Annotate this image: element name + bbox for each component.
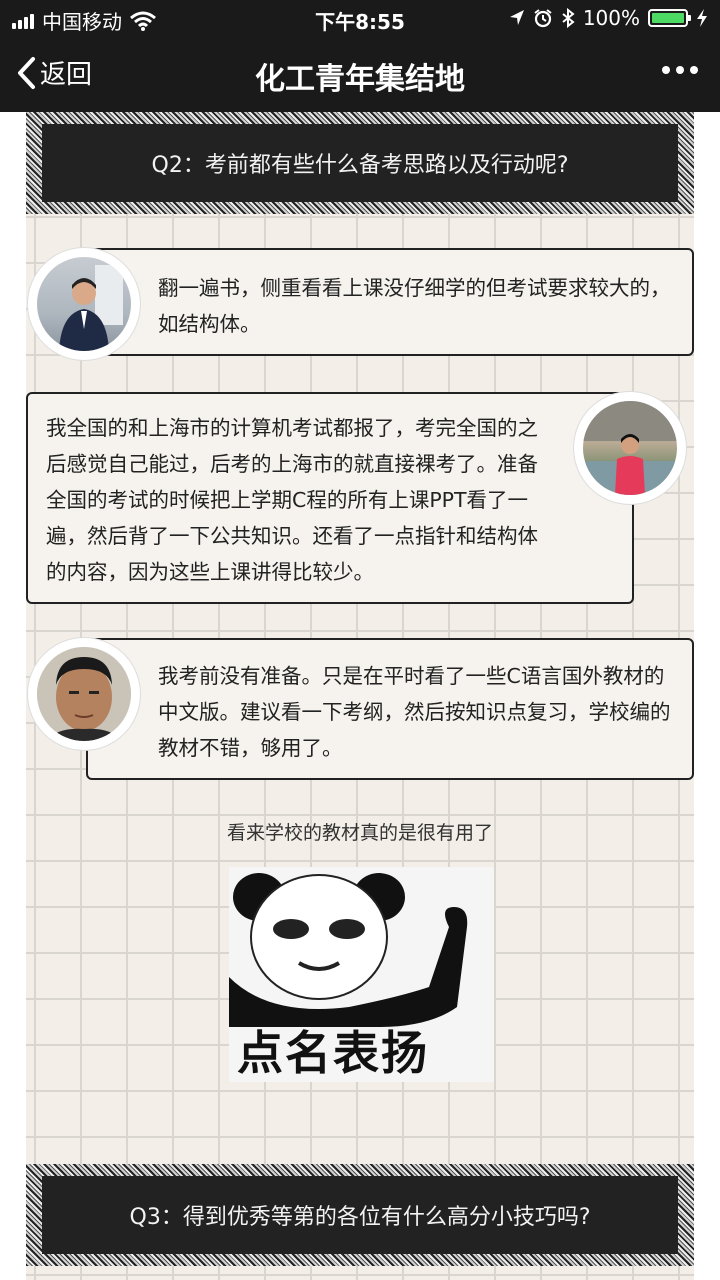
page-title: 化工青年集结地 [255, 62, 465, 97]
question-banner-q3: Q3：得到优秀等第的各位有什么高分小技巧吗? [26, 1164, 694, 1266]
answer-text-2: 我全国的和上海市的计算机考试都报了，考完全国的之后感觉自己能过，后考的上海市的就… [46, 416, 538, 584]
panda-meme-sticker: 点名表扬 [229, 867, 494, 1082]
question-banner-q2: Q2：考前都有些什么备考思路以及行动呢? [26, 112, 694, 214]
caption-text: 看来学校的教材真的是很有用了 [226, 822, 493, 844]
location-arrow-icon [509, 10, 524, 25]
question-q3-text: Q3：得到优秀等第的各位有什么高分小技巧吗? [42, 1176, 678, 1254]
battery-percent: 100% [582, 6, 640, 30]
avatar-3 [28, 638, 140, 750]
alarm-icon [534, 9, 552, 28]
answer-text-1: 翻一遍书，侧重看看上课没仔细学的但考试要求较大的，如结构体。 [158, 276, 671, 336]
sticker-caption: 点名表扬 [237, 1026, 429, 1080]
more-options-icon[interactable] [662, 66, 698, 74]
answer-bubble-2: 我全国的和上海市的计算机考试都报了，考完全国的之后感觉自己能过，后考的上海市的就… [26, 392, 634, 604]
avatar-2 [574, 392, 686, 504]
status-bar: 中国移动 下午8:55 100% [0, 0, 720, 36]
charging-icon [697, 9, 707, 27]
answer-bubble-1: 翻一遍书，侧重看看上课没仔细学的但考试要求较大的，如结构体。 [86, 248, 694, 356]
avatar-1 [28, 248, 140, 360]
answer-text-3: 我考前没有准备。只是在平时看了一些C语言国外教材的中文版。建议看一下考纲，然后按… [158, 664, 671, 760]
answer-bubble-3: 我考前没有准备。只是在平时看了一些C语言国外教材的中文版。建议看一下考纲，然后按… [86, 638, 694, 780]
navigation-bar: 返回 化工青年集结地 [0, 36, 720, 112]
article-content: Q2：考前都有些什么备考思路以及行动呢? 翻一遍书，侧重看看上课没仔细学的但考试… [26, 112, 694, 1280]
question-q2-text: Q2：考前都有些什么备考思路以及行动呢? [42, 124, 678, 202]
battery-icon [648, 9, 691, 27]
bluetooth-icon [562, 8, 575, 28]
